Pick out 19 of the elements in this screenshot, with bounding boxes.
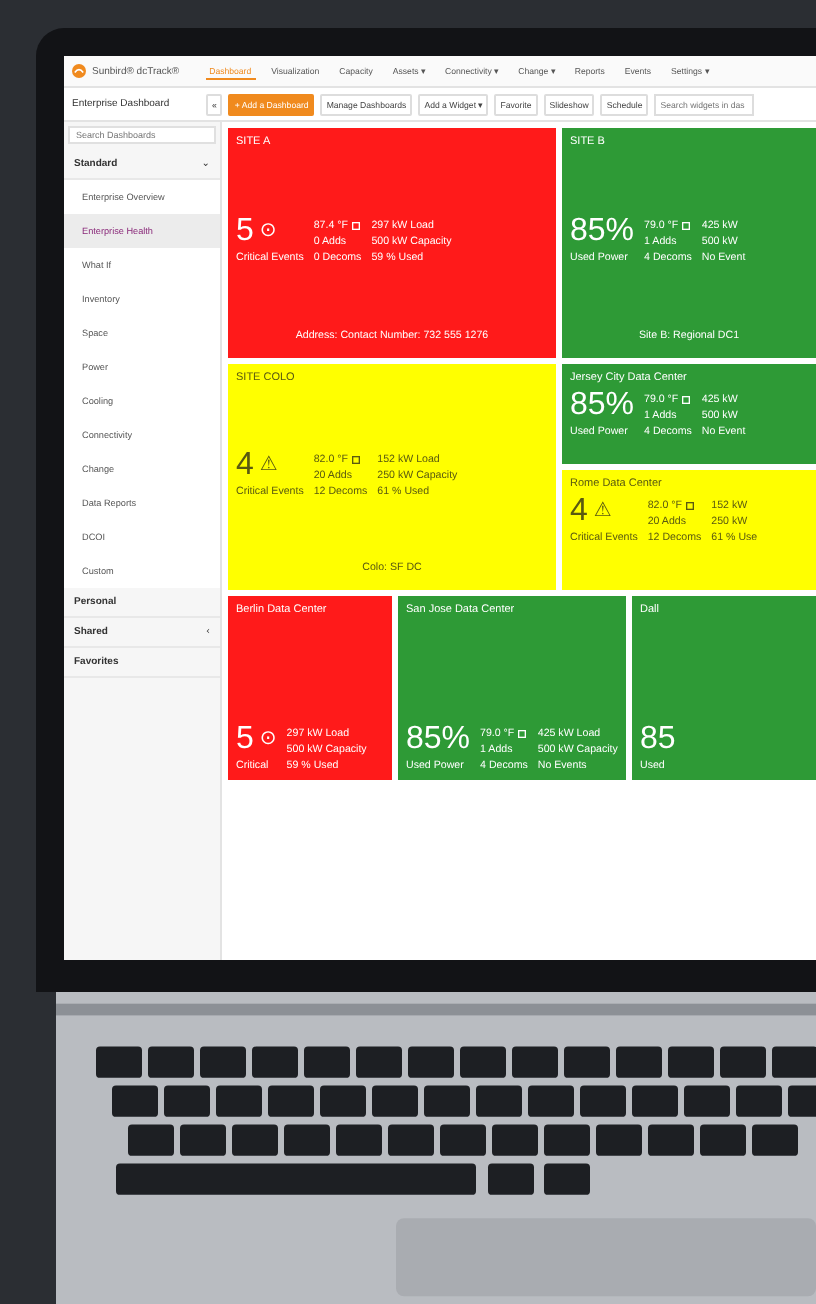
sensor-icon [682,221,691,229]
metric-value: 85% [570,215,635,247]
sensor-icon [352,221,360,229]
metric-value: 4 [236,449,254,481]
metric-value: 5 [236,215,254,247]
alert-icon: ⚠ [259,455,278,475]
alert-icon: ⚠ [593,502,612,522]
metric-value: 85 [640,724,676,756]
sensor-icon [518,730,527,738]
metric-value: 4 [570,496,588,528]
alert-icon: ⊙ [259,221,277,241]
alert-icon: ⊙ [259,730,277,750]
logo-icon [72,64,86,78]
metric-value: 5 [236,724,254,756]
sensor-icon [682,396,691,404]
metric-value: 85% [570,390,635,422]
sensor-icon [686,502,694,510]
metric-value: 85% [406,724,471,756]
sensor-icon [352,455,360,463]
